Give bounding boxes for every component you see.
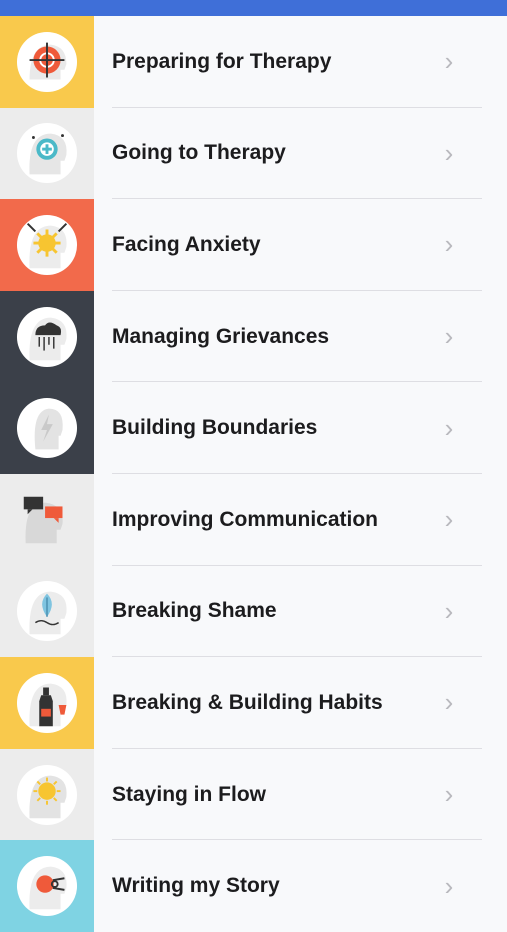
chevron-right-icon: ›	[444, 137, 454, 168]
leaf-head-icon	[0, 565, 94, 658]
topic-row-facing-anxiety[interactable]: Facing Anxiety ›	[0, 199, 507, 291]
topic-label: Breaking & Building Habits	[112, 690, 383, 714]
medical-cross-head-icon	[0, 107, 94, 200]
topic-label: Building Boundaries	[112, 416, 318, 440]
pen-head-icon	[0, 840, 94, 932]
chevron-right-icon: ›	[444, 687, 454, 718]
topic-row-breaking-shame[interactable]: Breaking Shame ›	[0, 565, 507, 658]
topic-list: Preparing for Therapy › Going to Therapy…	[0, 16, 507, 932]
chevron-right-icon: ›	[444, 870, 454, 901]
topic-label: Breaking Shame	[112, 599, 277, 623]
chevron-right-icon: ›	[444, 779, 454, 810]
chevron-right-icon: ›	[444, 595, 454, 626]
topic-row-managing-grievances[interactable]: Managing Grievances ›	[0, 290, 507, 383]
chevron-right-icon: ›	[444, 412, 454, 443]
topic-label: Facing Anxiety	[112, 232, 261, 256]
topic-row-preparing-for-therapy[interactable]: Preparing for Therapy ›	[0, 16, 507, 108]
topic-row-building-boundaries[interactable]: Building Boundaries ›	[0, 382, 507, 474]
topic-row-improving-communication[interactable]: Improving Communication ›	[0, 473, 507, 566]
bottle-head-icon	[0, 657, 94, 749]
chat-bubbles-head-icon	[0, 473, 94, 566]
topic-row-going-to-therapy[interactable]: Going to Therapy ›	[0, 107, 507, 200]
sun-head-icon	[0, 748, 94, 841]
burst-head-icon	[0, 199, 94, 291]
status-bar	[0, 0, 507, 16]
chevron-right-icon: ›	[444, 321, 454, 352]
chevron-right-icon: ›	[444, 229, 454, 260]
topic-label: Improving Communication	[112, 507, 379, 531]
bolt-head-icon	[0, 382, 94, 474]
target-head-icon	[0, 16, 94, 108]
topic-label: Preparing for Therapy	[112, 49, 332, 73]
topic-row-breaking-building-habits[interactable]: Breaking & Building Habits ›	[0, 657, 507, 749]
chevron-right-icon: ›	[444, 46, 454, 77]
topic-row-writing-my-story[interactable]: Writing my Story ›	[0, 840, 507, 932]
topic-label: Going to Therapy	[112, 141, 286, 165]
chevron-right-icon: ›	[444, 504, 454, 535]
storm-cloud-head-icon	[0, 290, 94, 383]
topic-row-staying-in-flow[interactable]: Staying in Flow ›	[0, 748, 507, 841]
topic-label: Writing my Story	[112, 874, 280, 898]
topic-label: Staying in Flow	[112, 782, 267, 806]
topic-label: Managing Grievances	[112, 324, 330, 348]
